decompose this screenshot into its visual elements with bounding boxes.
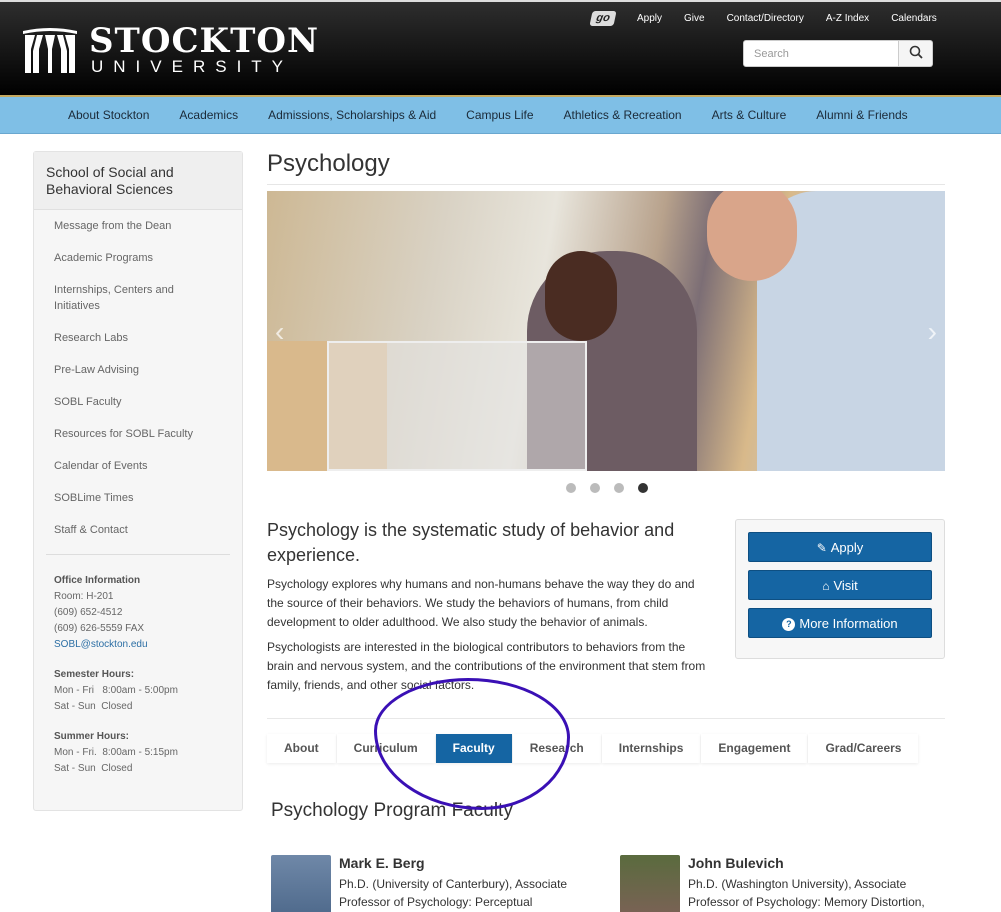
tabs-divider [267,718,945,719]
carousel-dot-3[interactable] [614,483,624,493]
sidebar-item-academic-programs[interactable]: Academic Programs [34,250,242,266]
sidebar-item-staff-contact[interactable]: Staff & Contact [34,522,242,538]
tab-grad-careers[interactable]: Grad/Careers [808,734,919,763]
office-info: Office Information Room: H-201 (609) 652… [34,573,242,777]
nav-item-campus-life[interactable]: Campus Life [466,108,533,122]
stockton-logo[interactable]: STOCKTON UNIVERSITY [21,24,319,76]
main-nav: About Stockton Academics Admissions, Sch… [0,95,1001,134]
more-information-label: More Information [799,615,898,631]
pencil-icon: ✎ [816,540,827,555]
main-content: Psychology ‹ › Psychology is the systema… [267,150,945,912]
sidebar-divider [46,554,230,555]
sidebar-item-research-labs[interactable]: Research Labs [34,330,242,346]
faculty-card: John Bulevich Ph.D. (Washington Universi… [620,855,953,912]
go-portal-icon[interactable]: go [589,11,617,26]
utility-link-give[interactable]: Give [684,13,705,24]
sidebar: School of Social and Behavioral Sciences… [33,151,243,811]
nav-item-academics[interactable]: Academics [179,108,238,122]
sidebar-item-soblime-times[interactable]: SOBLime Times [34,490,242,506]
utility-link-calendars[interactable]: Calendars [891,13,937,24]
hero-image-enclosure [327,341,587,471]
utility-nav: go Apply Give Contact/Directory A-Z Inde… [589,11,959,26]
nav-item-arts-culture[interactable]: Arts & Culture [712,108,787,122]
chevron-right-icon[interactable]: › [928,316,937,348]
nav-item-admissions[interactable]: Admissions, Scholarships & Aid [268,108,436,122]
more-information-button[interactable]: ? More Information [748,608,932,638]
semester-hours-heading: Semester Hours: [54,669,135,680]
faculty-name[interactable]: Mark E. Berg [339,855,604,871]
carousel-dot-2[interactable] [590,483,600,493]
page-title: Psychology [267,150,945,185]
carousel-dot-4[interactable] [638,483,648,493]
office-room: Room: H-201 [54,591,114,602]
sidebar-item-resources[interactable]: Resources for SOBL Faculty [34,426,242,442]
logo-secondary: UNIVERSITY [91,57,294,76]
faculty-card: Mark E. Berg Ph.D. (University of Canter… [271,855,604,912]
hero-image-head-left [545,251,617,341]
nav-item-alumni[interactable]: Alumni & Friends [816,108,907,122]
office-fax: (609) 626-5559 FAX [54,623,145,634]
office-heading: Office Information [54,575,141,586]
office-email-link[interactable]: SOBL@stockton.edu [54,639,148,650]
nav-item-athletics[interactable]: Athletics & Recreation [564,108,682,122]
visit-button[interactable]: ⌂ Visit [748,570,932,600]
tab-curriculum[interactable]: Curriculum [336,734,435,763]
semester-hours-weekday: Mon - Fri 8:00am - 5:00pm [54,685,178,696]
tab-about[interactable]: About [267,734,336,763]
apply-button-label: Apply [830,539,864,555]
faculty-description: Ph.D. (Washington University), Associate… [688,877,925,909]
search-form [743,40,933,67]
summer-hours-weekday: Mon - Fri. 8:00am - 5:15pm [54,747,178,758]
home-icon: ⌂ [822,578,830,593]
site-header: STOCKTON UNIVERSITY go Apply Give Contac… [0,0,1001,95]
faculty-heading: Psychology Program Faculty [271,800,513,821]
search-button[interactable] [899,40,933,67]
tab-research[interactable]: Research [512,734,601,763]
faculty-photo[interactable] [271,855,331,912]
lead-text: Psychology is the systematic study of be… [267,520,675,565]
tab-engagement[interactable]: Engagement [701,734,808,763]
tab-internships[interactable]: Internships [601,734,701,763]
sidebar-item-message-dean[interactable]: Message from the Dean [34,218,242,234]
hero-carousel[interactable]: ‹ › [267,191,945,471]
search-input[interactable] [743,40,899,67]
utility-link-contact[interactable]: Contact/Directory [727,13,804,24]
program-tabs: About Curriculum Faculty Research Intern… [267,734,919,763]
logo-tree-icon [23,28,77,73]
faculty-photo[interactable] [620,855,680,912]
utility-link-az-index[interactable]: A-Z Index [826,13,869,24]
chevron-left-icon[interactable]: ‹ [275,316,284,348]
intro-paragraph-2: Psychologists are interested in the biol… [267,640,706,692]
carousel-indicators [566,483,662,493]
hero-image-head-right [707,191,797,281]
semester-hours-weekend: Sat - Sun Closed [54,701,133,712]
sidebar-title[interactable]: School of Social and Behavioral Sciences [34,152,242,210]
question-circle-icon: ? [782,617,796,631]
visit-button-label: Visit [833,577,858,593]
carousel-dot-1[interactable] [566,483,576,493]
logo-primary: STOCKTON [89,21,320,61]
office-phone: (609) 652-4512 [54,607,123,618]
tab-faculty[interactable]: Faculty [435,734,512,763]
sidebar-item-sobl-faculty[interactable]: SOBL Faculty [34,394,242,410]
nav-item-about-stockton[interactable]: About Stockton [68,108,149,122]
faculty-name[interactable]: John Bulevich [688,855,953,871]
utility-link-apply[interactable]: Apply [637,13,662,24]
summer-hours-weekend: Sat - Sun Closed [54,763,133,774]
sidebar-item-calendar[interactable]: Calendar of Events [34,458,242,474]
intro-paragraph-1: Psychology explores why humans and non-h… [267,577,695,629]
apply-button[interactable]: ✎ Apply [748,532,932,562]
cta-panel: ✎ Apply ⌂ Visit ? More Information [735,519,945,659]
faculty-description: Ph.D. (University of Canterbury), Associ… [339,877,568,909]
search-icon [909,45,923,59]
sidebar-item-internships[interactable]: Internships, Centers and Initiatives [34,282,242,314]
sidebar-item-pre-law[interactable]: Pre-Law Advising [34,362,242,378]
summer-hours-heading: Summer Hours: [54,731,130,742]
